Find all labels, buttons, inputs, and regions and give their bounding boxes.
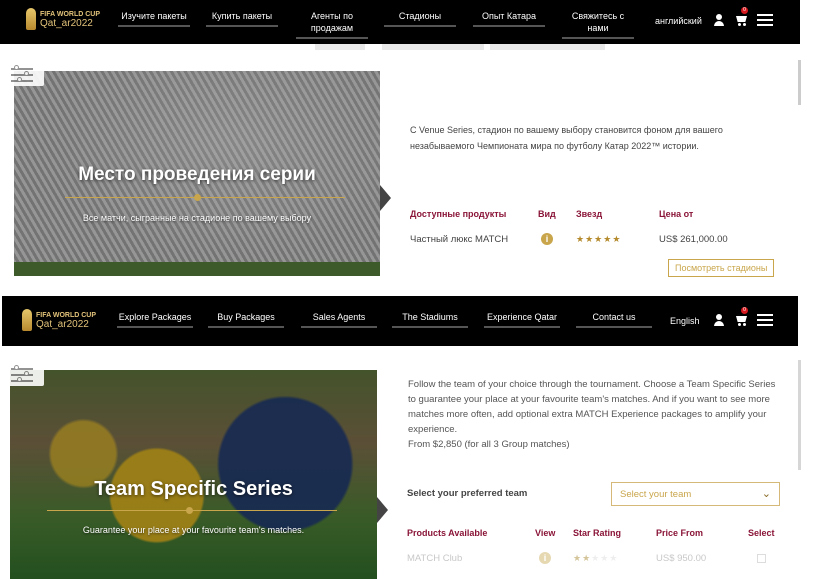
star-icon: ★ xyxy=(591,553,601,563)
nav-stadiums[interactable]: Стадионы xyxy=(384,10,456,27)
star-icon: ★ xyxy=(573,553,583,563)
trophy-icon xyxy=(26,8,36,30)
star-icon: ★ xyxy=(612,234,622,244)
logo-line2: Qat_ar2022 xyxy=(36,319,89,330)
nav-sales-agents[interactable]: Агенты по продажам xyxy=(296,10,368,39)
top-navbar: FIFA WORLD CUP Qat_ar2022 Изучите пакеты … xyxy=(0,0,800,44)
filter-icon[interactable] xyxy=(0,362,44,386)
header-price-from: Цена от xyxy=(659,209,694,219)
logo-line2: Qat_ar2022 xyxy=(40,18,93,29)
nav-experience-qatar[interactable]: Experience Qatar xyxy=(484,311,560,328)
nav-explore-packages[interactable]: Изучите пакеты xyxy=(118,10,190,27)
underline-decoration xyxy=(382,44,484,50)
star-icon: ★ xyxy=(576,234,586,244)
nav-contact-us[interactable]: Свяжитесь с нами xyxy=(562,10,634,39)
price-from-text: From $2,850 (for all 3 Group matches) xyxy=(408,439,570,450)
hero-subtitle: Все матчи, сыгранные на стадионе по ваше… xyxy=(82,213,312,223)
user-icon[interactable] xyxy=(713,314,725,326)
nav-explore-packages[interactable]: Explore Packages xyxy=(117,311,193,328)
hero-divider-dot xyxy=(194,194,201,201)
team-select-placeholder: Select your team xyxy=(620,489,692,500)
hero-pointer-arrow xyxy=(377,497,388,523)
nav-sales-agents[interactable]: Sales Agents xyxy=(301,311,377,328)
star-icon: ★ xyxy=(603,234,613,244)
language-selector[interactable]: English xyxy=(670,316,700,326)
hero-divider-dot xyxy=(186,507,193,514)
view-stadiums-button[interactable]: Посмотреть стадионы xyxy=(668,259,775,277)
nav-buy-packages[interactable]: Купить пакеты xyxy=(206,10,278,27)
header-price-from: Price From xyxy=(656,528,704,538)
nav-buy-packages[interactable]: Buy Packages xyxy=(208,311,284,328)
info-icon[interactable]: i xyxy=(539,552,551,564)
cart-badge: 0 xyxy=(741,307,748,314)
star-rating: ★★★★★ xyxy=(573,553,618,564)
team-select-dropdown[interactable]: Select your team ⌄ xyxy=(611,482,780,506)
series-description: С Venue Series, стадион по вашему выбору… xyxy=(410,125,723,151)
user-icon[interactable] xyxy=(713,14,725,26)
hero-title: Team Specific Series xyxy=(94,478,293,500)
star-rating: ★★★★★ xyxy=(576,234,621,245)
cart-icon[interactable]: 0 xyxy=(735,307,748,326)
hero-banner: Место проведения серии Все матчи, сыгран… xyxy=(14,71,380,276)
star-icon: ★ xyxy=(600,553,610,563)
menu-icon[interactable] xyxy=(757,14,773,26)
series-description: Follow the team of your choice through t… xyxy=(408,377,784,452)
star-icon: ★ xyxy=(582,553,592,563)
cart-badge: 0 xyxy=(741,7,748,14)
scrollbar[interactable] xyxy=(798,360,801,470)
fifa-logo[interactable]: FIFA WORLD CUP Qat_ar2022 xyxy=(22,309,96,331)
header-view: Вид xyxy=(538,209,556,219)
header-select: Select xyxy=(748,528,775,538)
info-icon[interactable]: i xyxy=(541,233,553,245)
top-navbar: FIFA WORLD CUP Qat_ar2022 Explore Package… xyxy=(2,296,798,346)
header-available-products: Доступные продукты xyxy=(410,209,507,219)
hero-banner: Team Specific Series Guarantee your plac… xyxy=(10,370,377,579)
series-description-text: Follow the team of your choice through t… xyxy=(408,379,776,435)
cart-icon[interactable]: 0 xyxy=(735,7,748,26)
product-name: MATCH Club xyxy=(407,553,463,564)
filter-icon[interactable] xyxy=(0,62,44,86)
product-price: US$ 261,000.00 xyxy=(659,234,728,245)
star-icon: ★ xyxy=(585,234,595,244)
header-star-rating: Star Rating xyxy=(573,528,622,538)
header-stars: Звезд xyxy=(576,209,603,219)
star-icon: ★ xyxy=(594,234,604,244)
language-selector[interactable]: английский xyxy=(655,16,702,26)
menu-icon[interactable] xyxy=(757,314,773,326)
underline-decoration xyxy=(490,44,605,50)
underline-decoration xyxy=(315,44,365,50)
header-view: View xyxy=(535,528,556,538)
product-name: Частный люкс MATCH xyxy=(410,234,509,245)
star-icon: ★ xyxy=(609,553,619,563)
nav-experience-qatar[interactable]: Опыт Катара xyxy=(473,10,545,27)
hero-pointer-arrow xyxy=(380,185,391,211)
hero-divider xyxy=(65,197,345,198)
product-price: US$ 950.00 xyxy=(656,553,707,564)
nav-contact-us[interactable]: Contact us xyxy=(576,311,652,328)
hero-subtitle: Guarantee your place at your favourite t… xyxy=(82,525,305,535)
nav-stadiums[interactable]: The Stadiums xyxy=(392,311,468,328)
hero-overlay xyxy=(10,370,377,579)
scrollbar[interactable] xyxy=(798,60,801,105)
hero-title: Место проведения серии xyxy=(78,164,316,185)
select-checkbox[interactable] xyxy=(757,554,766,563)
chevron-down-icon: ⌄ xyxy=(761,488,771,500)
fifa-logo[interactable]: FIFA WORLD CUP Qat_ar2022 xyxy=(26,8,100,30)
russian-page-panel: FIFA WORLD CUP Qat_ar2022 Изучите пакеты … xyxy=(0,0,813,282)
trophy-icon xyxy=(22,309,32,331)
select-team-label: Select your preferred team xyxy=(407,488,528,499)
header-products-available: Products Available xyxy=(407,528,488,538)
